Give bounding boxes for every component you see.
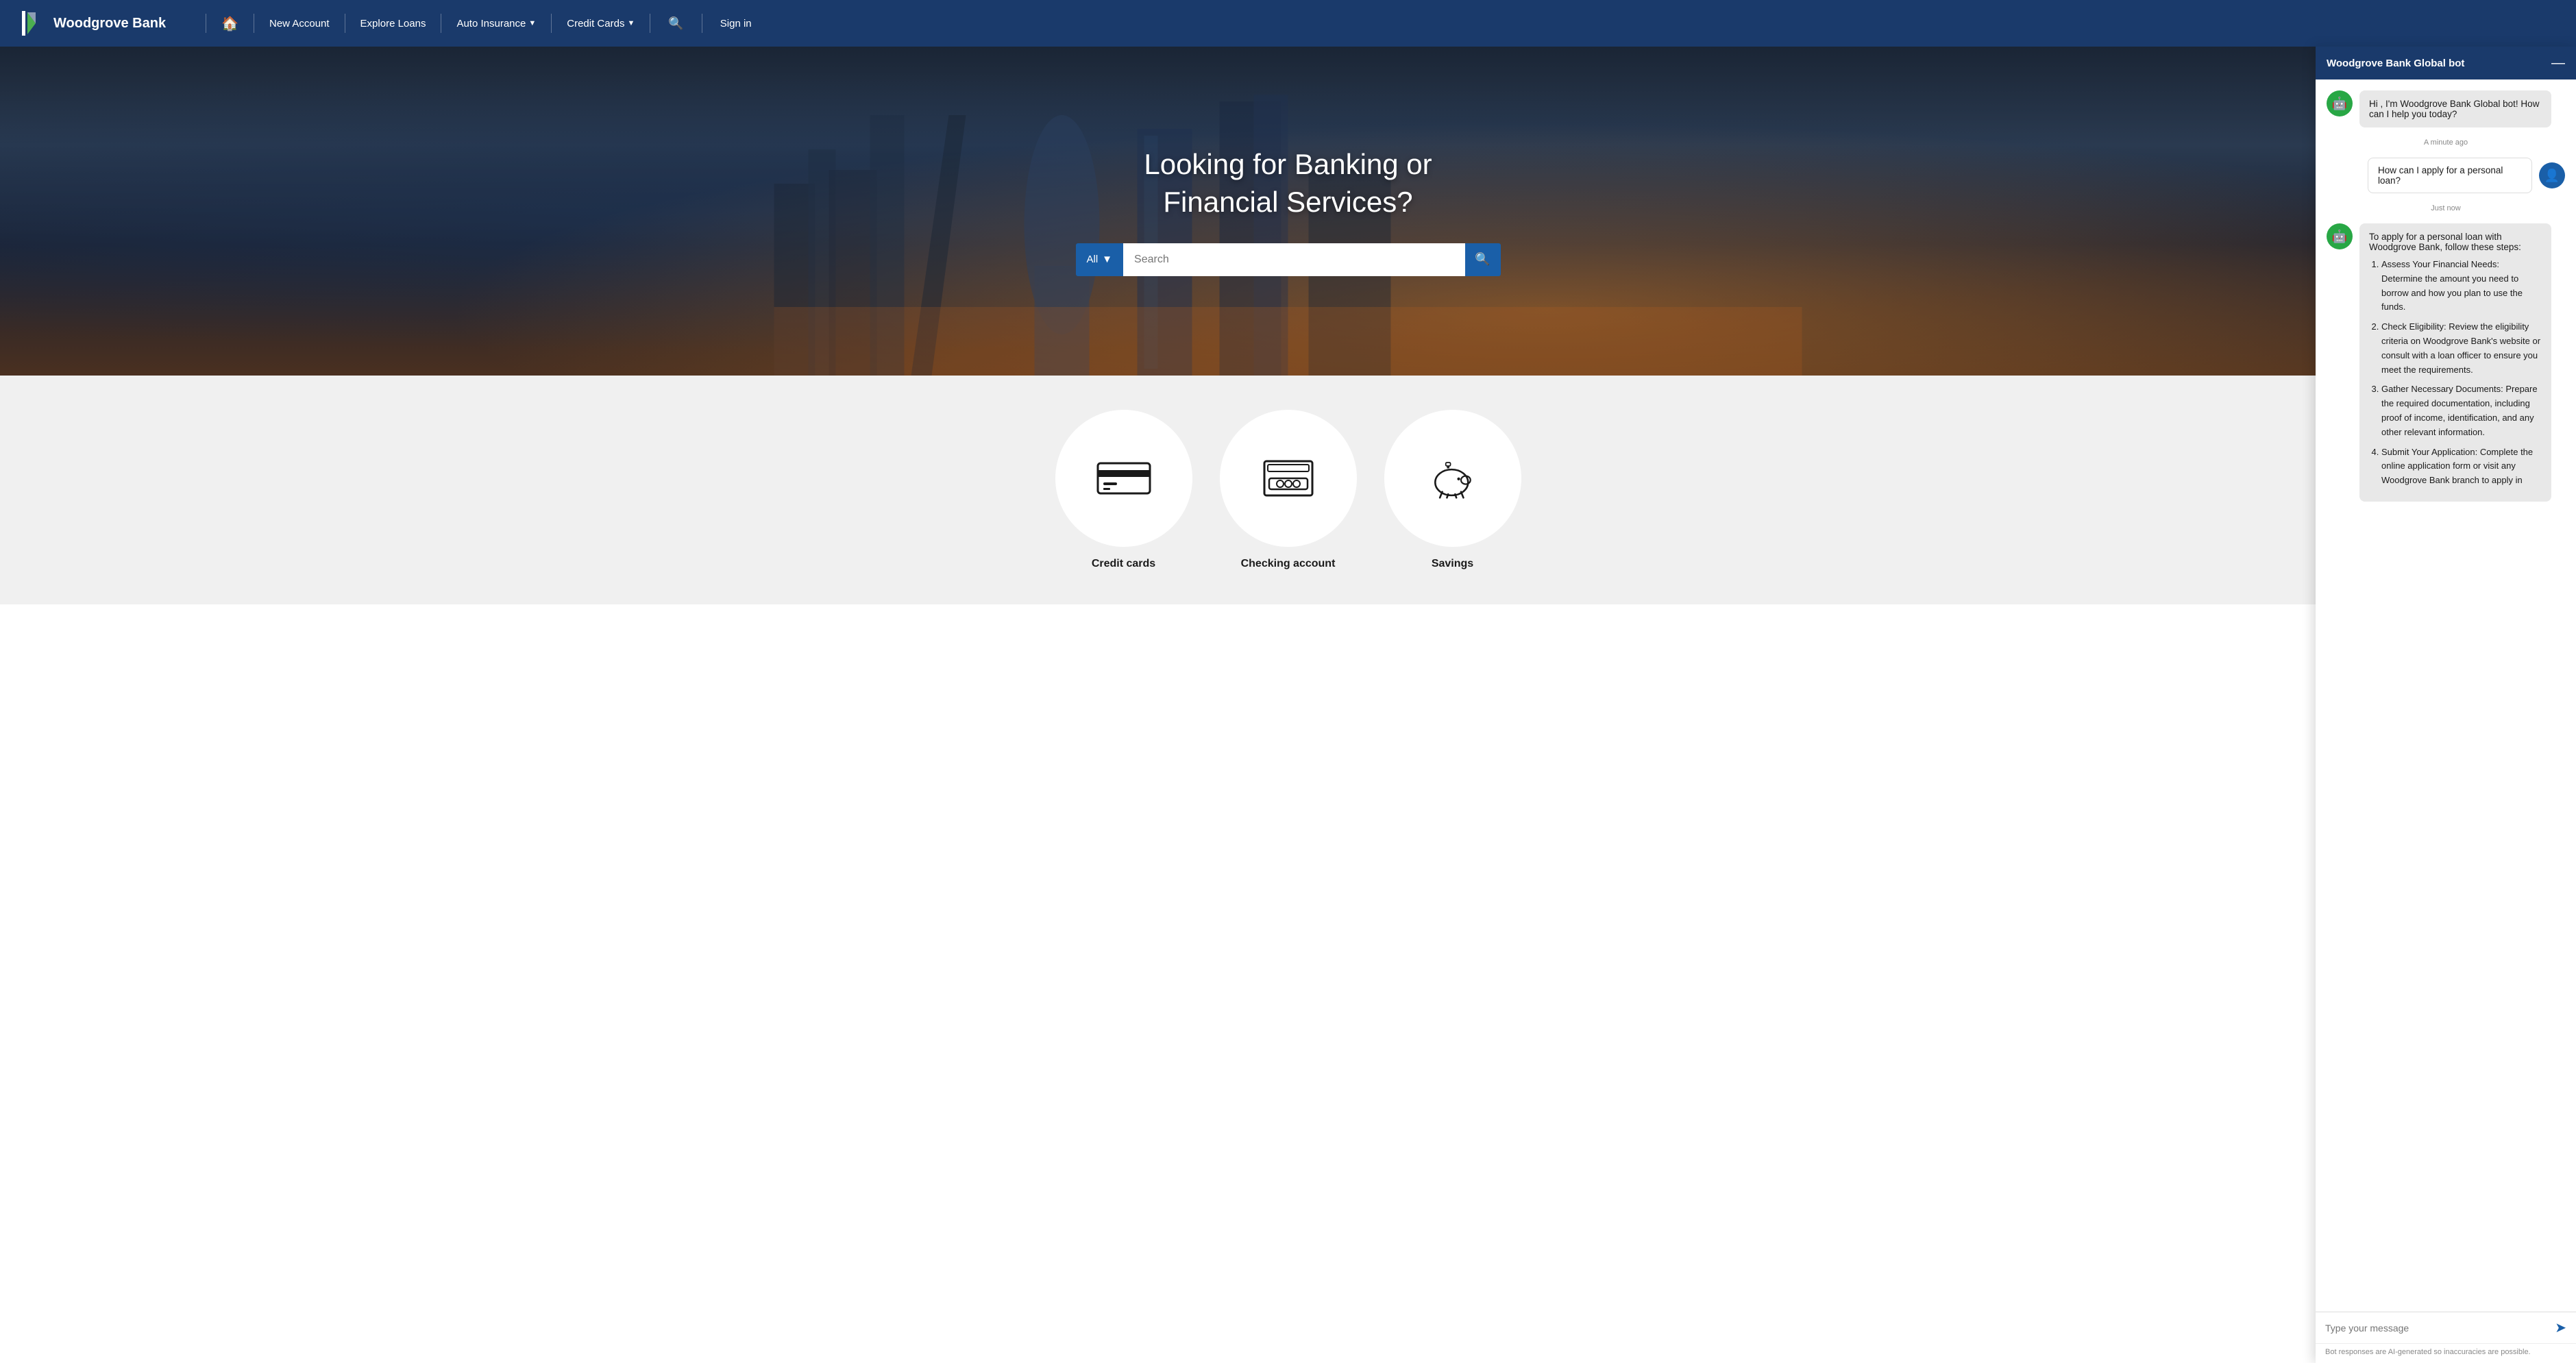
service-savings[interactable]: Savings bbox=[1384, 410, 1521, 570]
hero-section: Looking for Banking or Financial Service… bbox=[0, 47, 2576, 376]
hero-content: Looking for Banking or Financial Service… bbox=[1083, 146, 1494, 221]
chatbot-messages: 🤖 Hi , I'm Woodgrove Bank Global bot! Ho… bbox=[2316, 79, 2576, 1312]
services-section: Credit cards Checking account bbox=[0, 376, 2576, 604]
nav-home[interactable]: 🏠 bbox=[219, 15, 241, 32]
search-icon: 🔍 bbox=[1475, 252, 1490, 267]
bot-message-1: 🤖 Hi , I'm Woodgrove Bank Global bot! Ho… bbox=[2327, 90, 2565, 127]
bot-icon-1: 🤖 bbox=[2332, 97, 2347, 111]
bot-bubble-2: To apply for a personal loan with Woodgr… bbox=[2359, 223, 2551, 502]
user-message-1: How can I apply for a personal loan? 👤 bbox=[2327, 158, 2565, 193]
chatbot-input[interactable] bbox=[2325, 1323, 2548, 1334]
nav-new-account[interactable]: New Account bbox=[267, 18, 332, 29]
user-icon: 👤 bbox=[2544, 169, 2560, 183]
bot-step-2: Check Eligibility: Review the eligibilit… bbox=[2381, 320, 2542, 377]
search-dropdown-label: All bbox=[1087, 254, 1099, 265]
nav-explore-loans[interactable]: Explore Loans bbox=[358, 18, 429, 29]
chatbot-panel: Woodgrove Bank Global bot — 🤖 Hi , I'm W… bbox=[2316, 47, 2576, 1363]
nav-signin[interactable]: Sign in bbox=[720, 18, 752, 29]
search-submit-button[interactable]: 🔍 bbox=[1465, 243, 1501, 276]
search-dropdown-chevron: ▼ bbox=[1102, 254, 1112, 265]
chatbot-send-button[interactable]: ➤ bbox=[2555, 1319, 2566, 1336]
chatbot-footer: Bot responses are AI-generated so inaccu… bbox=[2316, 1343, 2576, 1363]
nav-links: New Account Explore Loans Auto Insurance… bbox=[267, 14, 2554, 34]
credit-card-icon bbox=[1096, 458, 1151, 499]
checking-account-card[interactable] bbox=[1220, 410, 1357, 547]
chatbot-minimize-button[interactable]: — bbox=[2551, 56, 2565, 70]
savings-label: Savings bbox=[1432, 558, 1473, 570]
savings-card[interactable] bbox=[1384, 410, 1521, 547]
navbar: Woodgrove Bank 🏠 New Account Explore Loa… bbox=[0, 0, 2576, 47]
bot-steps-list: Assess Your Financial Needs: Determine t… bbox=[2369, 258, 2542, 488]
search-bar: All ▼ 🔍 bbox=[1076, 243, 1501, 276]
credit-cards-label: Credit cards bbox=[1092, 558, 1155, 570]
bot-step-4: Submit Your Application: Complete the on… bbox=[2381, 445, 2542, 488]
checking-account-icon bbox=[1261, 458, 1316, 499]
chatbot-title: Woodgrove Bank Global bot bbox=[2327, 58, 2464, 69]
chatbot-input-area: ➤ bbox=[2316, 1312, 2576, 1343]
bot-icon-2: 🤖 bbox=[2332, 230, 2347, 244]
service-credit-cards[interactable]: Credit cards bbox=[1055, 410, 1192, 570]
nav-credit-cards[interactable]: Credit Cards ▼ bbox=[564, 18, 637, 29]
search-category-dropdown[interactable]: All ▼ bbox=[1076, 243, 1124, 276]
hero-title: Looking for Banking or Financial Service… bbox=[1083, 146, 1494, 221]
brand-logo-link[interactable]: Woodgrove Bank bbox=[22, 11, 166, 36]
search-input[interactable] bbox=[1123, 243, 1464, 276]
user-avatar: 👤 bbox=[2539, 162, 2565, 188]
bot-step-1: Assess Your Financial Needs: Determine t… bbox=[2381, 258, 2542, 315]
nav-divider-4 bbox=[551, 14, 552, 33]
bot-avatar-2: 🤖 bbox=[2327, 223, 2353, 249]
bot-step-3: Gather Necessary Documents: Prepare the … bbox=[2381, 382, 2542, 439]
chatbot-header: Woodgrove Bank Global bot — bbox=[2316, 47, 2576, 79]
brand-name: Woodgrove Bank bbox=[53, 16, 166, 32]
bot-message-2: 🤖 To apply for a personal loan with Wood… bbox=[2327, 223, 2565, 502]
checking-account-label: Checking account bbox=[1241, 558, 1336, 570]
nav-search-button[interactable]: 🔍 bbox=[663, 14, 689, 34]
user-bubble-1: How can I apply for a personal loan? bbox=[2368, 158, 2532, 193]
savings-icon bbox=[1425, 458, 1480, 499]
credit-cards-chevron: ▼ bbox=[627, 19, 635, 27]
auto-insurance-chevron: ▼ bbox=[528, 19, 536, 27]
bot-avatar-1: 🤖 bbox=[2327, 90, 2353, 116]
bot-bubble-1: Hi , I'm Woodgrove Bank Global bot! How … bbox=[2359, 90, 2551, 127]
nav-auto-insurance[interactable]: Auto Insurance ▼ bbox=[454, 18, 539, 29]
service-checking-account[interactable]: Checking account bbox=[1220, 410, 1357, 570]
msg-timestamp-1: A minute ago bbox=[2327, 138, 2565, 147]
brand-logo bbox=[22, 11, 47, 36]
msg-timestamp-2: Just now bbox=[2327, 204, 2565, 212]
credit-cards-card[interactable] bbox=[1055, 410, 1192, 547]
